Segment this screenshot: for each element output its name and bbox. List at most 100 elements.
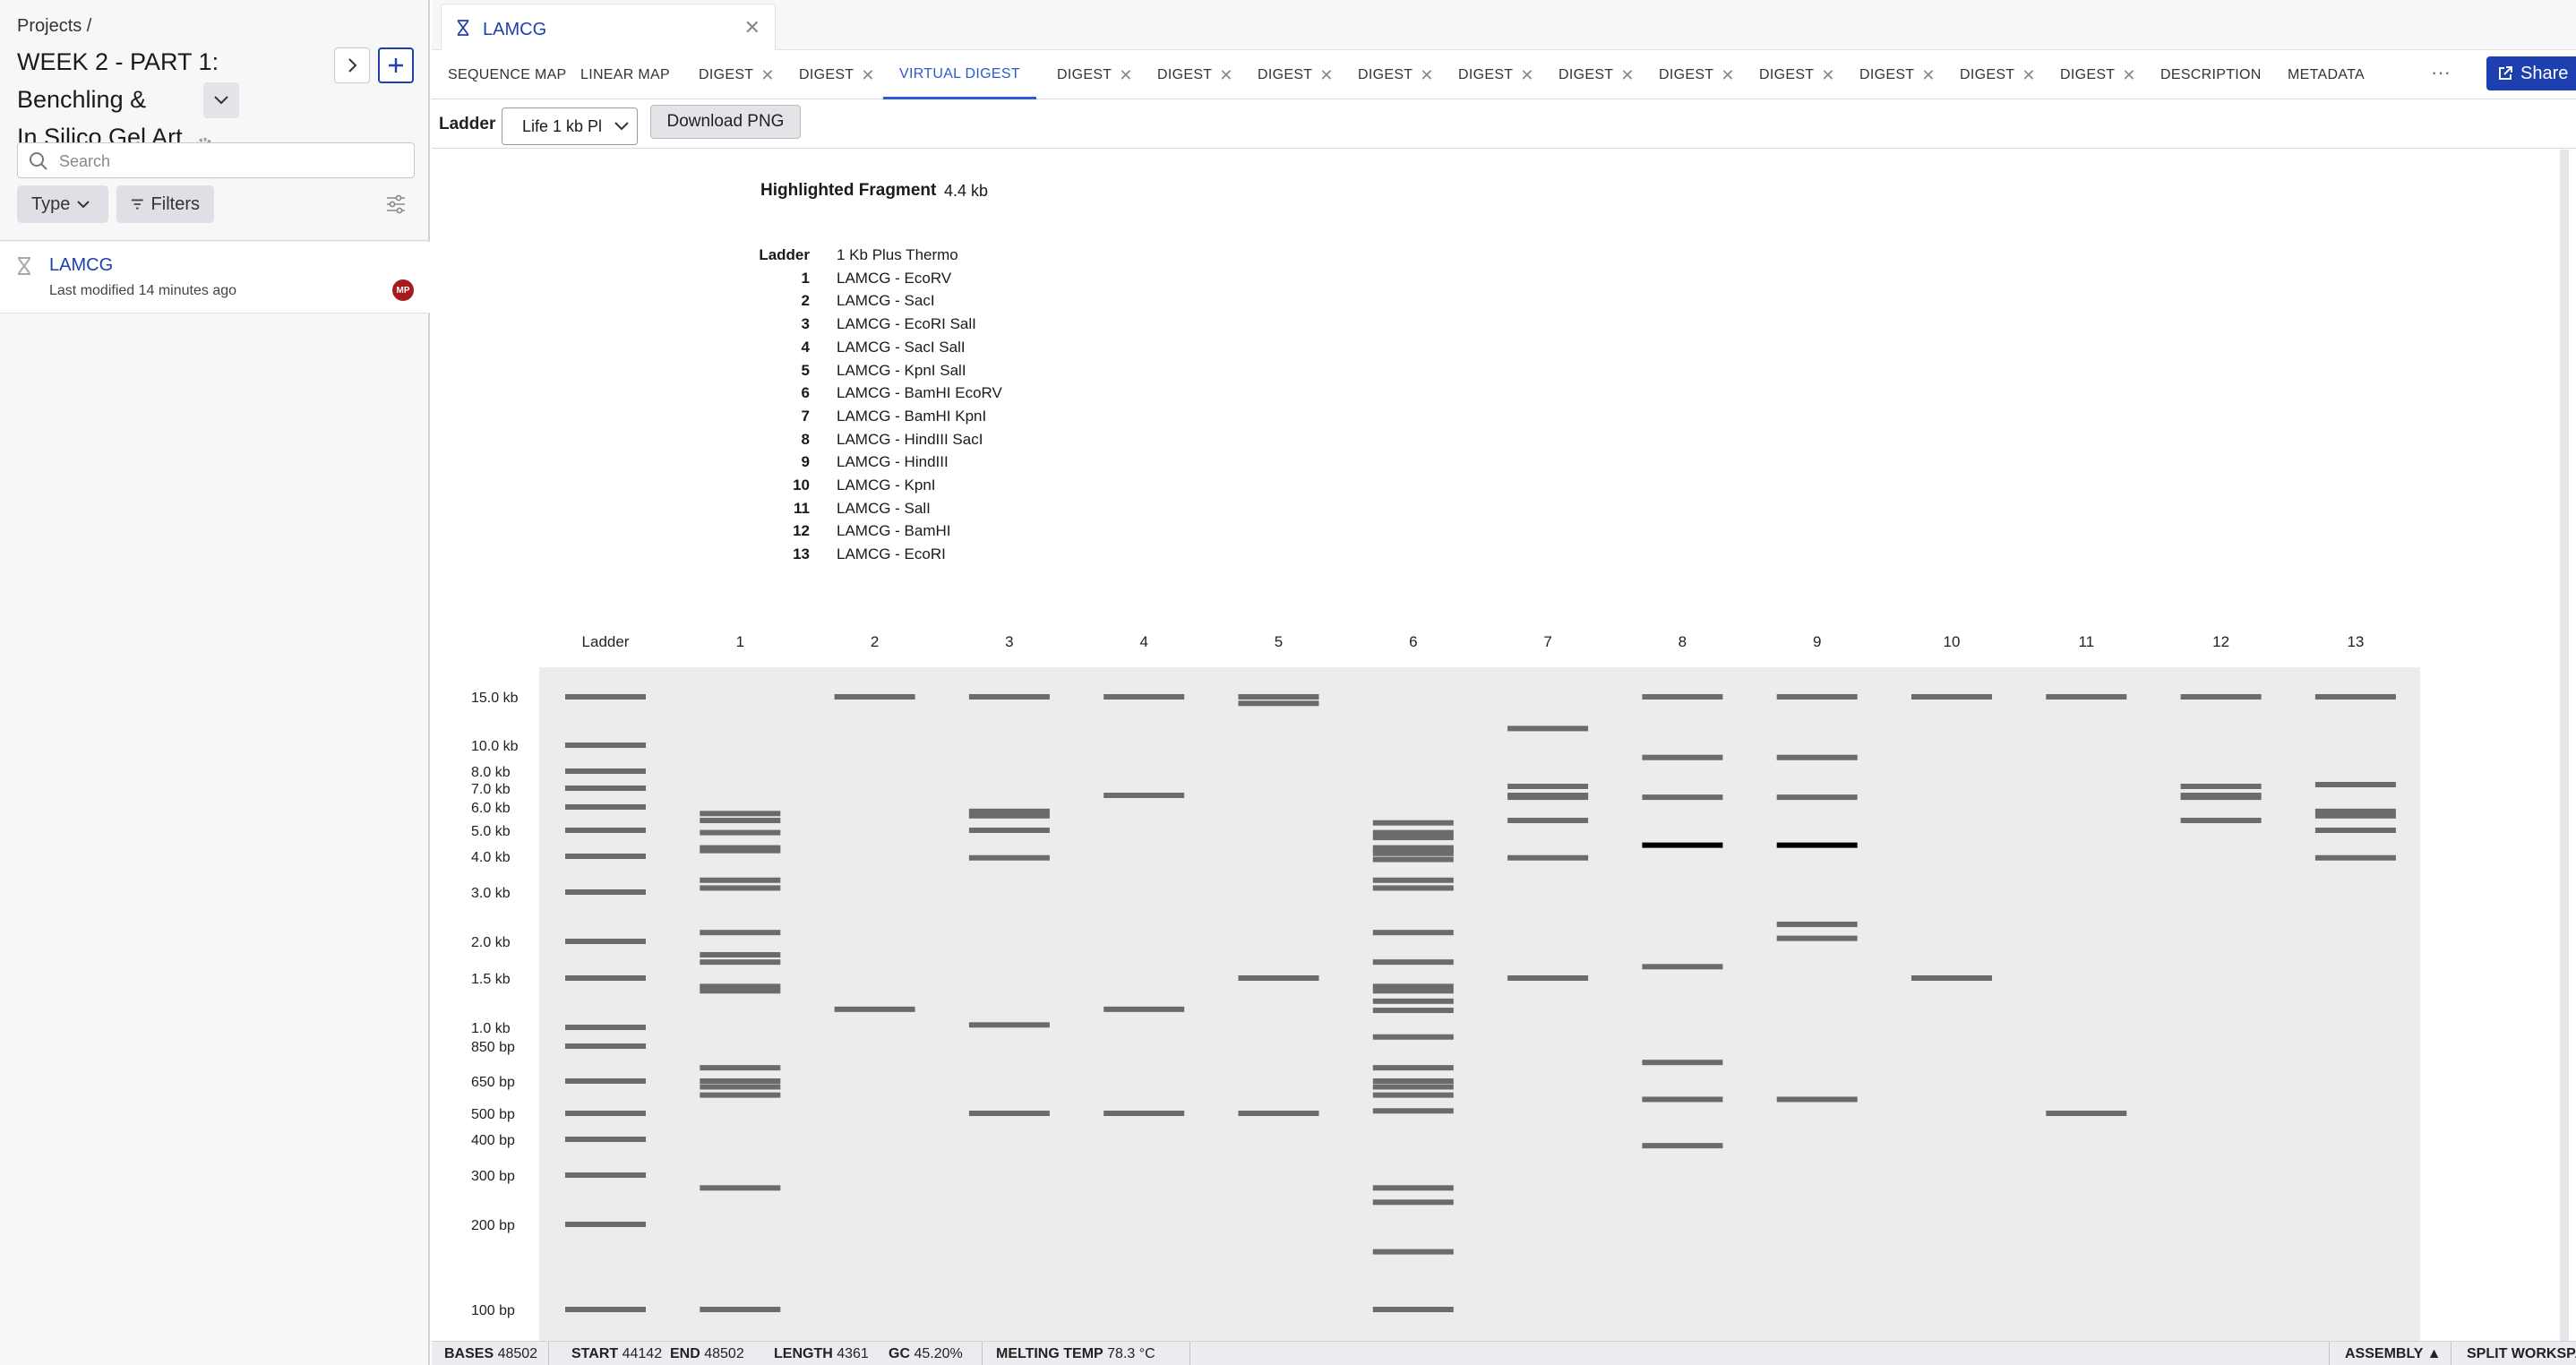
gel-band [1103,793,1185,799]
tab-digest[interactable]: DIGEST ✕ [1258,51,1334,99]
gel-band [700,952,781,958]
ladder-label: Ladder [439,115,496,133]
gel-band [700,930,781,936]
close-icon[interactable]: ✕ [1721,66,1734,85]
close-icon[interactable]: ✕ [1119,66,1132,85]
gel-band [2180,818,2262,824]
tab-digest[interactable]: DIGEST ✕ [2060,51,2136,99]
breadcrumb[interactable]: Projects / [17,16,91,37]
sliders-icon[interactable] [385,194,407,219]
ladder-band [565,975,646,981]
size-label: 3.0 kb [471,886,511,901]
gel-band [1372,820,1454,826]
gel-band [1238,694,1319,700]
close-icon[interactable]: ✕ [1620,66,1634,85]
list-item-modified: Last modified 14 minutes ago [49,283,237,298]
vertical-scrollbar[interactable] [2560,150,2569,1341]
gel-band [700,885,781,891]
filters-button[interactable]: Filters [116,185,214,223]
gel-band [700,1092,781,1098]
close-icon[interactable]: ✕ [2022,66,2035,85]
size-label: 10.0 kb [471,739,519,754]
tab-digest[interactable]: DIGEST ✕ [1558,51,1635,99]
external-link-icon [2499,66,2512,80]
tab-digest[interactable]: DIGEST ✕ [1859,51,1936,99]
highlighted-band [1776,842,1858,848]
tab-sequence-map[interactable]: SEQUENCE MAP [448,51,567,99]
status-length: LENGTH 4361 [774,1346,869,1361]
download-png-button[interactable]: Download PNG [650,105,801,139]
document-tab-bar: LAMCG ✕ [432,0,2576,50]
gel-band [2180,783,2262,789]
gel-band [1776,694,1858,700]
gel-band [2180,694,2262,700]
close-icon[interactable]: ✕ [1219,66,1232,85]
tab-digest[interactable]: DIGEST ✕ [1157,51,1233,99]
tab-digest[interactable]: DIGEST ✕ [699,51,775,99]
more-tabs-icon[interactable]: ··· [2431,61,2451,84]
expand-project-button[interactable] [334,47,370,83]
close-icon[interactable]: ✕ [1420,66,1433,85]
gel-band [2046,1111,2127,1116]
gel-band [1776,1096,1858,1103]
project-menu-dropdown[interactable] [203,82,239,118]
list-item[interactable]: LAMCG Last modified 14 minutes ago MP [0,242,430,313]
ladder-band [565,743,646,748]
ladder-band [565,804,646,810]
type-filter-label: Type [31,193,71,214]
add-item-button[interactable] [378,47,414,83]
gel-band [1507,854,1589,861]
tab-linear-map[interactable]: LINEAR MAP [580,51,670,99]
search-input[interactable]: Search [17,142,415,178]
gel-band [700,1065,781,1071]
gel-band [968,694,1050,700]
tab-metadata[interactable]: METADATA [2288,51,2365,99]
tab-virtual-digest[interactable]: VIRTUAL DIGEST [883,51,1036,99]
close-icon[interactable]: ✕ [1520,66,1533,85]
close-icon[interactable]: ✕ [1319,66,1333,85]
size-label: 650 bp [471,1075,515,1090]
size-label: 850 bp [471,1040,515,1055]
gel-band [1911,975,1992,981]
type-filter-dropdown[interactable]: Type [17,185,108,223]
dna-sequence-icon [456,19,470,41]
tab-digest[interactable]: DIGEST ✕ [1057,51,1133,99]
tab-digest[interactable]: DIGEST ✕ [1458,51,1534,99]
chevron-right-icon [348,58,357,73]
ladder-select-value: Life 1 kb Pl [522,117,603,135]
gel-band [700,811,781,817]
ladder-select[interactable]: Life 1 kb Pl [502,107,638,145]
size-label: 5.0 kb [471,824,511,839]
document-tab[interactable]: LAMCG ✕ [441,4,776,50]
ladder-band [565,1137,646,1142]
close-icon[interactable]: ✕ [760,66,774,85]
gel-band [1372,1034,1454,1040]
gel-band [1507,725,1589,732]
gel-background [539,667,2420,1341]
tab-digest[interactable]: DIGEST ✕ [1659,51,1735,99]
gel-band [968,1022,1050,1028]
close-icon[interactable]: ✕ [1821,66,1834,85]
tab-description[interactable]: DESCRIPTION [2160,51,2262,99]
close-icon[interactable]: ✕ [861,66,874,85]
tab-label: DIGEST [1659,67,1714,82]
list-item-name[interactable]: LAMCG [49,255,113,276]
ladder-band [565,1172,646,1178]
close-icon[interactable]: ✕ [2122,66,2135,85]
search-placeholder: Search [59,152,111,170]
tab-digest[interactable]: DIGEST ✕ [799,51,875,99]
tab-digest[interactable]: DIGEST ✕ [1358,51,1434,99]
tab-digest[interactable]: DIGEST ✕ [1759,51,1835,99]
assembly-toggle[interactable]: ASSEMBLY ▲ [2345,1346,2441,1362]
close-icon[interactable]: ✕ [1921,66,1935,85]
tab-label: LINEAR MAP [580,67,670,82]
close-icon[interactable]: ✕ [744,16,760,39]
gel-band [1642,1143,1723,1149]
gel-band [1372,1008,1454,1014]
share-button[interactable]: Share [2486,56,2576,90]
split-workspace-button[interactable]: SPLIT WORKSPA [2467,1346,2576,1362]
tab-digest[interactable]: DIGEST ✕ [1960,51,2036,99]
gel-band [2314,828,2396,833]
lane-label: 7 [1543,633,1551,650]
status-bases: BASES 48502 [444,1346,538,1361]
